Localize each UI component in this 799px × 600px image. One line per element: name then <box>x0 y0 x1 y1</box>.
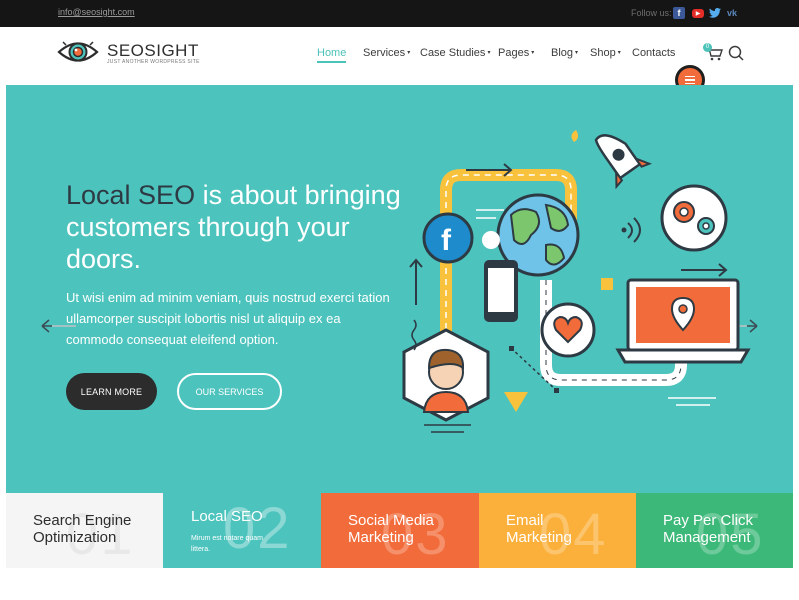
service-tile-search-engine-optimization[interactable]: 01 Search Engine Optimization <box>6 493 163 568</box>
nav-shop[interactable]: Shop ▾ <box>590 47 621 59</box>
chevron-down-icon: ▾ <box>487 50 491 56</box>
site-header: SEOSIGHT JUST ANOTHER WORDPRESS SITE Hom… <box>0 27 799 95</box>
facebook-icon[interactable]: f <box>673 7 685 19</box>
nav-home-label: Home <box>317 47 347 59</box>
youtube-icon[interactable]: ▶ <box>692 9 704 18</box>
search-icon[interactable] <box>728 45 744 61</box>
nav-pages-label: Pages <box>498 47 530 59</box>
follow-us-label: Follow us: <box>631 8 672 18</box>
hero-headline: Local SEO is about bringing customers th… <box>66 179 406 275</box>
top-bar: info@seosight.com Follow us: f ▶ vk <box>0 0 799 27</box>
logo-subtitle: JUST ANOTHER WORDPRESS SITE <box>107 59 200 65</box>
svg-text:f: f <box>441 224 452 257</box>
hero-subtext: Ut wisi enim ad minim veniam, quis nostr… <box>66 290 390 347</box>
service-tile-email-marketing[interactable]: 04 Email Marketing <box>479 493 636 568</box>
nav-shop-label: Shop <box>590 47 616 59</box>
hero-headline-highlight: Local SEO <box>66 180 196 210</box>
nav-services-label: Services <box>363 47 406 59</box>
nav-blog-label: Blog <box>551 47 574 59</box>
chevron-down-icon: ▾ <box>575 50 579 56</box>
tile-description: Mirum est notare quam littera. <box>191 535 263 553</box>
chevron-down-icon: ▾ <box>617 50 621 56</box>
cart-count-badge: 0 <box>703 43 712 52</box>
eye-logo-icon[interactable] <box>57 37 99 67</box>
service-tile-pay-per-click-management[interactable]: 05 Pay Per Click Management <box>636 493 793 568</box>
tile-label: Local SEO <box>191 508 263 525</box>
chevron-down-icon: ▾ <box>407 50 411 56</box>
tile-label: Pay Per Click Management <box>663 512 754 546</box>
nav-blog[interactable]: Blog ▾ <box>551 47 578 59</box>
logo-title[interactable]: SEOSIGHT <box>107 41 199 61</box>
chevron-down-icon: ▾ <box>531 50 535 56</box>
tile-label: Email Marketing <box>506 512 572 546</box>
tile-label: Social Media Marketing <box>348 512 434 546</box>
twitter-icon[interactable] <box>709 7 721 19</box>
nav-pages[interactable]: Pages ▾ <box>498 47 534 59</box>
service-tile-social-media-marketing[interactable]: 03 Social Media Marketing <box>321 493 479 568</box>
learn-more-button[interactable]: LEARN MORE <box>66 373 157 410</box>
nav-contacts-label: Contacts <box>632 47 676 59</box>
contact-email-link[interactable]: info@seosight.com <box>58 7 135 17</box>
service-tile-local-seo[interactable]: 02 Local SEO Mirum est notare quam litte… <box>163 493 321 568</box>
active-nav-indicator <box>317 61 346 63</box>
nav-case-studies-label: Case Studies <box>420 47 486 59</box>
our-services-button[interactable]: OUR SERVICES <box>177 373 282 410</box>
nav-services[interactable]: Services ▾ <box>363 47 410 59</box>
hero-slider: Local SEO is about bringing customers th… <box>6 85 793 493</box>
seo-illustration: f <box>402 130 751 433</box>
tile-label: Search Engine Optimization <box>33 512 132 546</box>
nav-case-studies[interactable]: Case Studies ▾ <box>420 47 490 59</box>
vk-icon[interactable]: vk <box>726 7 738 19</box>
nav-home[interactable]: Home <box>317 47 346 59</box>
nav-contacts[interactable]: Contacts <box>632 47 675 59</box>
